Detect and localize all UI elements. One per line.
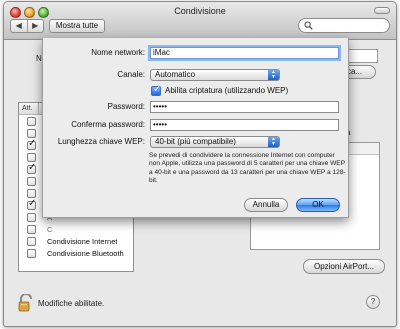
wep-key-length-value: 40-bit (più compatibile)	[155, 137, 236, 146]
network-name-field[interactable]: iMac	[150, 47, 339, 59]
service-row[interactable]: Condivisione Bluetooth	[19, 247, 133, 259]
service-checkbox[interactable]	[27, 128, 36, 138]
lock-icon[interactable]	[18, 293, 34, 314]
service-row[interactable]: C	[19, 223, 133, 235]
search-icon	[304, 21, 313, 32]
wep-key-length-label: Lunghezza chiave WEP:	[57, 137, 145, 146]
forward-button[interactable]: ▶	[28, 20, 44, 32]
service-checkbox[interactable]: ✓	[27, 161, 37, 174]
service-checkbox[interactable]	[27, 188, 36, 198]
help-button[interactable]: ?	[366, 295, 380, 309]
password-field[interactable]: •••••	[150, 101, 339, 113]
lock-status-text: Modifiche abilitate.	[38, 299, 105, 308]
search-field[interactable]	[298, 18, 390, 33]
checkmark-icon: ✓	[153, 84, 162, 95]
checkmark-icon: ✓	[28, 161, 37, 173]
popup-arrows-icon: ▲ ▼	[268, 70, 279, 80]
encryption-checkbox[interactable]: ✓	[151, 84, 162, 96]
service-checkbox[interactable]	[27, 152, 36, 162]
back-button[interactable]: ◀	[11, 20, 28, 32]
service-checkbox[interactable]	[27, 116, 36, 126]
confirm-password-label: Conferma password:	[71, 120, 145, 129]
network-name-label: Nome network:	[91, 48, 145, 57]
cancel-button[interactable]: Annulla	[244, 198, 288, 212]
service-checkbox[interactable]	[27, 248, 36, 258]
window-title: Condivisione	[174, 6, 226, 16]
title-bar: Condivisione ◀ ▶ Mostra tutte	[4, 2, 396, 40]
channel-label: Canale:	[117, 70, 145, 79]
ok-button[interactable]: OK	[296, 198, 340, 212]
airport-options-button[interactable]: Opzioni AirPort...	[303, 259, 385, 274]
wep-help-note: Se prevedi di condividere la connessione…	[149, 152, 346, 185]
back-forward-control: ◀ ▶	[10, 19, 44, 33]
checkmark-icon: ✓	[28, 137, 37, 149]
checkmark-icon: ✓	[28, 197, 37, 209]
service-checkbox[interactable]	[27, 236, 36, 246]
toolbar-toggle-button[interactable]	[374, 7, 390, 14]
column-header-on[interactable]: Att.	[19, 103, 39, 114]
service-label: C	[47, 224, 53, 234]
service-checkbox[interactable]	[27, 212, 36, 222]
wep-key-length-popup[interactable]: 40-bit (più compatibile) ▲ ▼	[150, 136, 280, 148]
sharing-preferences-window: Condivisione ◀ ▶ Mostra tutte Nom fica..…	[3, 1, 397, 327]
service-checkbox[interactable]	[27, 224, 36, 234]
confirm-password-field[interactable]: •••••	[150, 119, 339, 131]
service-row[interactable]: Condivisione Internet	[19, 235, 133, 247]
encryption-checkbox-label[interactable]: Abilita criptatura (utilizzando WEP)	[165, 86, 288, 95]
airport-options-sheet: Nome network: iMac Canale: Automatico ▲ ▼…	[42, 38, 349, 218]
service-label: Condivisione Internet	[47, 236, 118, 246]
popup-arrows-icon: ▲ ▼	[268, 137, 279, 147]
channel-value: Automatico	[155, 70, 196, 79]
channel-popup[interactable]: Automatico ▲ ▼	[150, 69, 280, 81]
show-all-button[interactable]: Mostra tutte	[49, 19, 105, 33]
service-checkbox[interactable]	[27, 176, 36, 186]
service-checkbox[interactable]: ✓	[27, 197, 37, 210]
service-checkbox[interactable]: ✓	[27, 137, 37, 150]
service-label: Condivisione Bluetooth	[47, 248, 124, 258]
password-label: Password:	[107, 102, 145, 111]
